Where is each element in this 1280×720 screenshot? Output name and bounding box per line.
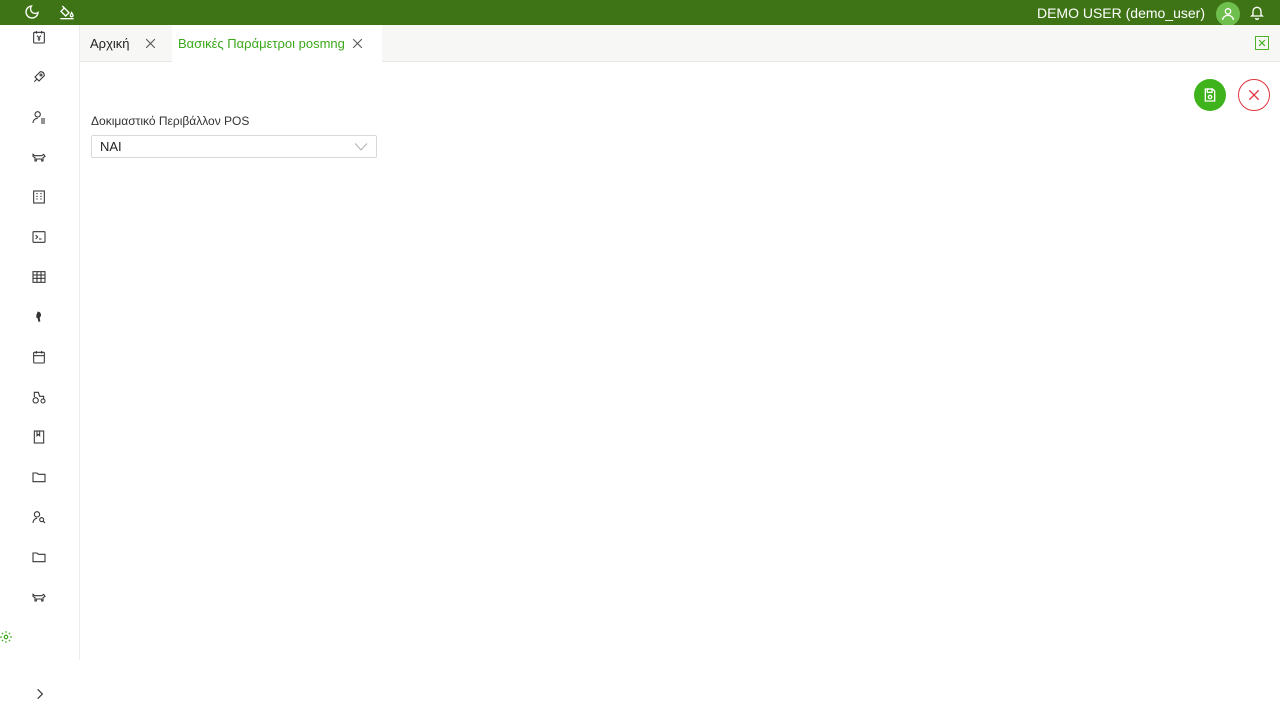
tab-label: Βασικές Παράμετροι posmng <box>178 36 345 51</box>
calendar-yen-icon[interactable] <box>30 28 48 46</box>
cow-icon[interactable] <box>30 588 48 606</box>
tab-bar: Αρχική Βασικές Παράμετροι posmng <box>80 25 1280 62</box>
close-button[interactable] <box>1238 79 1270 111</box>
gear-icon[interactable] <box>0 629 14 645</box>
table-grid-icon[interactable] <box>30 268 48 286</box>
calendar-icon[interactable] <box>30 348 48 366</box>
bell-icon[interactable] <box>1248 3 1266 21</box>
bird-icon[interactable] <box>30 308 48 326</box>
user-list-icon[interactable] <box>30 108 48 126</box>
user-display-name[interactable]: DEMO USER (demo_user) <box>1037 5 1205 21</box>
top-bar: DEMO USER (demo_user) <box>0 0 1280 26</box>
save-button[interactable] <box>1194 79 1226 111</box>
excel-export-icon[interactable] <box>1255 36 1269 50</box>
close-icon[interactable] <box>350 36 365 51</box>
moon-icon[interactable] <box>23 3 41 21</box>
select-value: ΝΑΙ <box>100 139 122 154</box>
folder-icon[interactable] <box>30 548 48 566</box>
user-avatar-icon[interactable] <box>1216 2 1240 26</box>
rocket-icon[interactable] <box>30 68 48 86</box>
chevron-right-icon[interactable] <box>31 685 49 703</box>
cow-icon[interactable] <box>30 148 48 166</box>
building-icon[interactable] <box>30 188 48 206</box>
pos-test-env-select[interactable]: ΝΑΙ <box>91 135 377 158</box>
user-search-icon[interactable] <box>30 508 48 526</box>
folder-icon[interactable] <box>30 468 48 486</box>
tab-home[interactable]: Αρχική <box>80 25 170 62</box>
close-icon[interactable] <box>143 36 158 51</box>
chevron-down-icon <box>354 141 368 153</box>
paint-bucket-icon[interactable] <box>58 3 76 21</box>
book-icon[interactable] <box>30 428 48 446</box>
tab-posmng-parameters[interactable]: Βασικές Παράμετροι posmng <box>172 25 382 62</box>
pos-test-env-label: Δοκιμαστικό Περιβάλλον POS <box>91 114 250 128</box>
tab-label: Αρχική <box>90 36 130 51</box>
sidebar <box>0 25 80 660</box>
tractor-icon[interactable] <box>30 388 48 406</box>
terminal-icon[interactable] <box>30 228 48 246</box>
